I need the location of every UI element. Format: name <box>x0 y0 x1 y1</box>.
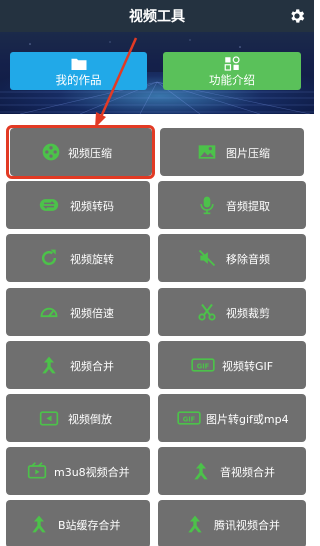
title-bar: 视频工具 <box>0 0 314 32</box>
tool-bilibili-cache-merge[interactable]: B站缓存合并 <box>6 500 150 546</box>
tool-label: B站缓存合并 <box>58 519 121 532</box>
apps-grid-icon <box>224 56 240 71</box>
tool-video-transcode[interactable]: 视频转码 <box>6 181 150 229</box>
tool-m3u8-merge[interactable]: m3u8视频合并 <box>6 447 150 495</box>
tool-video-speed[interactable]: 视频倍速 <box>6 288 150 336</box>
tool-tencent-video-merge[interactable]: 腾讯视频合并 <box>158 500 306 546</box>
tool-video-rotate[interactable]: 视频旋转 <box>6 234 150 282</box>
merge-icon <box>32 515 46 533</box>
convert-icon <box>39 199 59 211</box>
tool-label: 移除音频 <box>226 253 270 266</box>
tool-video-merge[interactable]: 视频合并 <box>6 341 150 389</box>
gif-icon: GIF <box>177 411 201 425</box>
feature-intro-button[interactable]: 功能介绍 <box>163 52 301 90</box>
feature-intro-label: 功能介绍 <box>209 73 255 87</box>
tool-label: 视频合并 <box>70 360 114 373</box>
tool-label: 视频倍速 <box>70 307 114 320</box>
video-file-icon <box>27 462 47 479</box>
tool-label: 音频提取 <box>226 200 270 213</box>
tool-video-reverse[interactable]: 视频倒放 <box>6 394 150 442</box>
tool-audio-video-merge[interactable]: 音视频合并 <box>158 447 306 495</box>
scissors-icon <box>198 303 216 321</box>
tool-image-compress[interactable]: 图片压缩 <box>160 128 304 176</box>
tool-label: 视频裁剪 <box>226 307 270 320</box>
svg-text:GIF: GIF <box>183 415 196 423</box>
merge-icon <box>194 462 208 480</box>
merge-icon <box>42 356 56 374</box>
tool-label: 音视频合并 <box>220 466 275 479</box>
image-icon <box>198 145 216 159</box>
tool-label: 视频旋转 <box>70 253 114 266</box>
tool-video-crop[interactable]: 视频裁剪 <box>158 288 306 336</box>
folder-icon <box>71 58 86 70</box>
speedometer-icon <box>40 307 58 318</box>
gif-icon: GIF <box>191 358 215 372</box>
highlight-box <box>6 125 155 179</box>
tool-label: 视频倒放 <box>68 413 112 426</box>
microphone-icon <box>200 196 214 215</box>
rotate-icon <box>41 249 57 266</box>
merge-icon <box>188 515 202 533</box>
tool-label: 腾讯视频合并 <box>214 519 280 532</box>
my-works-button[interactable]: 我的作品 <box>10 52 147 90</box>
my-works-label: 我的作品 <box>55 73 102 87</box>
tool-label: 视频转GIF <box>222 360 274 373</box>
tool-label: m3u8视频合并 <box>54 466 130 479</box>
page-title: 视频工具 <box>129 9 185 25</box>
tool-label: 图片转gif或mp4 <box>206 413 289 426</box>
tool-video-to-gif[interactable]: GIF 视频转GIF <box>158 341 306 389</box>
tool-label: 图片压缩 <box>226 147 270 160</box>
gear-icon[interactable] <box>288 7 306 25</box>
tool-image-to-gif-mp4[interactable]: GIF 图片转gif或mp4 <box>158 394 306 442</box>
tool-audio-extract[interactable]: 音频提取 <box>158 181 306 229</box>
tool-label: 视频转码 <box>70 200 114 213</box>
svg-text:GIF: GIF <box>197 362 210 370</box>
reverse-icon <box>39 411 59 426</box>
mute-icon <box>198 249 216 267</box>
tool-remove-audio[interactable]: 移除音频 <box>158 234 306 282</box>
